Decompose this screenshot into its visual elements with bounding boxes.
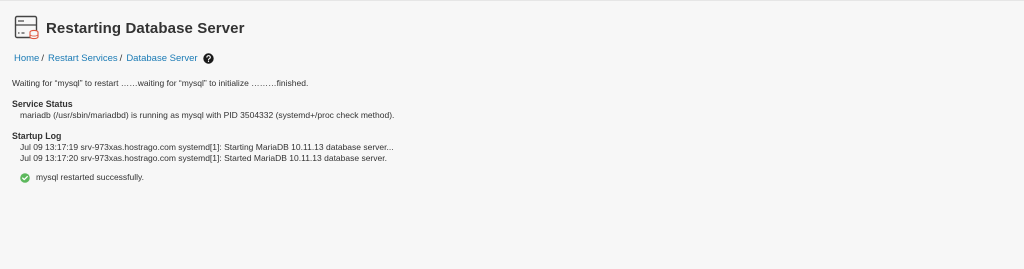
service-status-text: mariadb (/usr/sbin/mariadbd) is running … [20,110,395,120]
database-server-icon [14,15,40,41]
log-line: Jul 09 13:17:20 srv-973xas.hostrago.com … [20,153,387,163]
breadcrumb-separator: / [119,53,123,64]
startup-log: Jul 09 13:17:19 srv-973xas.hostrago.com … [12,142,394,164]
service-status-heading: Service Status [12,99,73,109]
breadcrumb-home-link[interactable]: Home [14,53,39,64]
startup-log-heading: Startup Log [12,131,62,141]
breadcrumb-restart-services-link[interactable]: Restart Services [48,53,118,64]
page-header: Restarting Database Server [14,15,245,41]
success-message: mysql restarted successfully. [12,172,394,183]
question-circle-icon[interactable] [202,53,214,64]
waiting-status-text: Waiting for “mysql” to restart ……waiting… [12,78,309,88]
breadcrumb-database-server-link[interactable]: Database Server [126,53,197,64]
page: Restarting Database Server Home / Restar… [0,0,1024,269]
page-title: Restarting Database Server [46,19,245,37]
success-check-icon [20,172,30,183]
log-line: Jul 09 13:17:19 srv-973xas.hostrago.com … [20,142,394,152]
restart-output: Waiting for “mysql” to restart ……waiting… [12,78,394,183]
breadcrumb: Home / Restart Services / Database Serve… [14,53,214,64]
breadcrumb-separator: / [41,53,44,64]
success-text: mysql restarted successfully. [36,172,145,182]
